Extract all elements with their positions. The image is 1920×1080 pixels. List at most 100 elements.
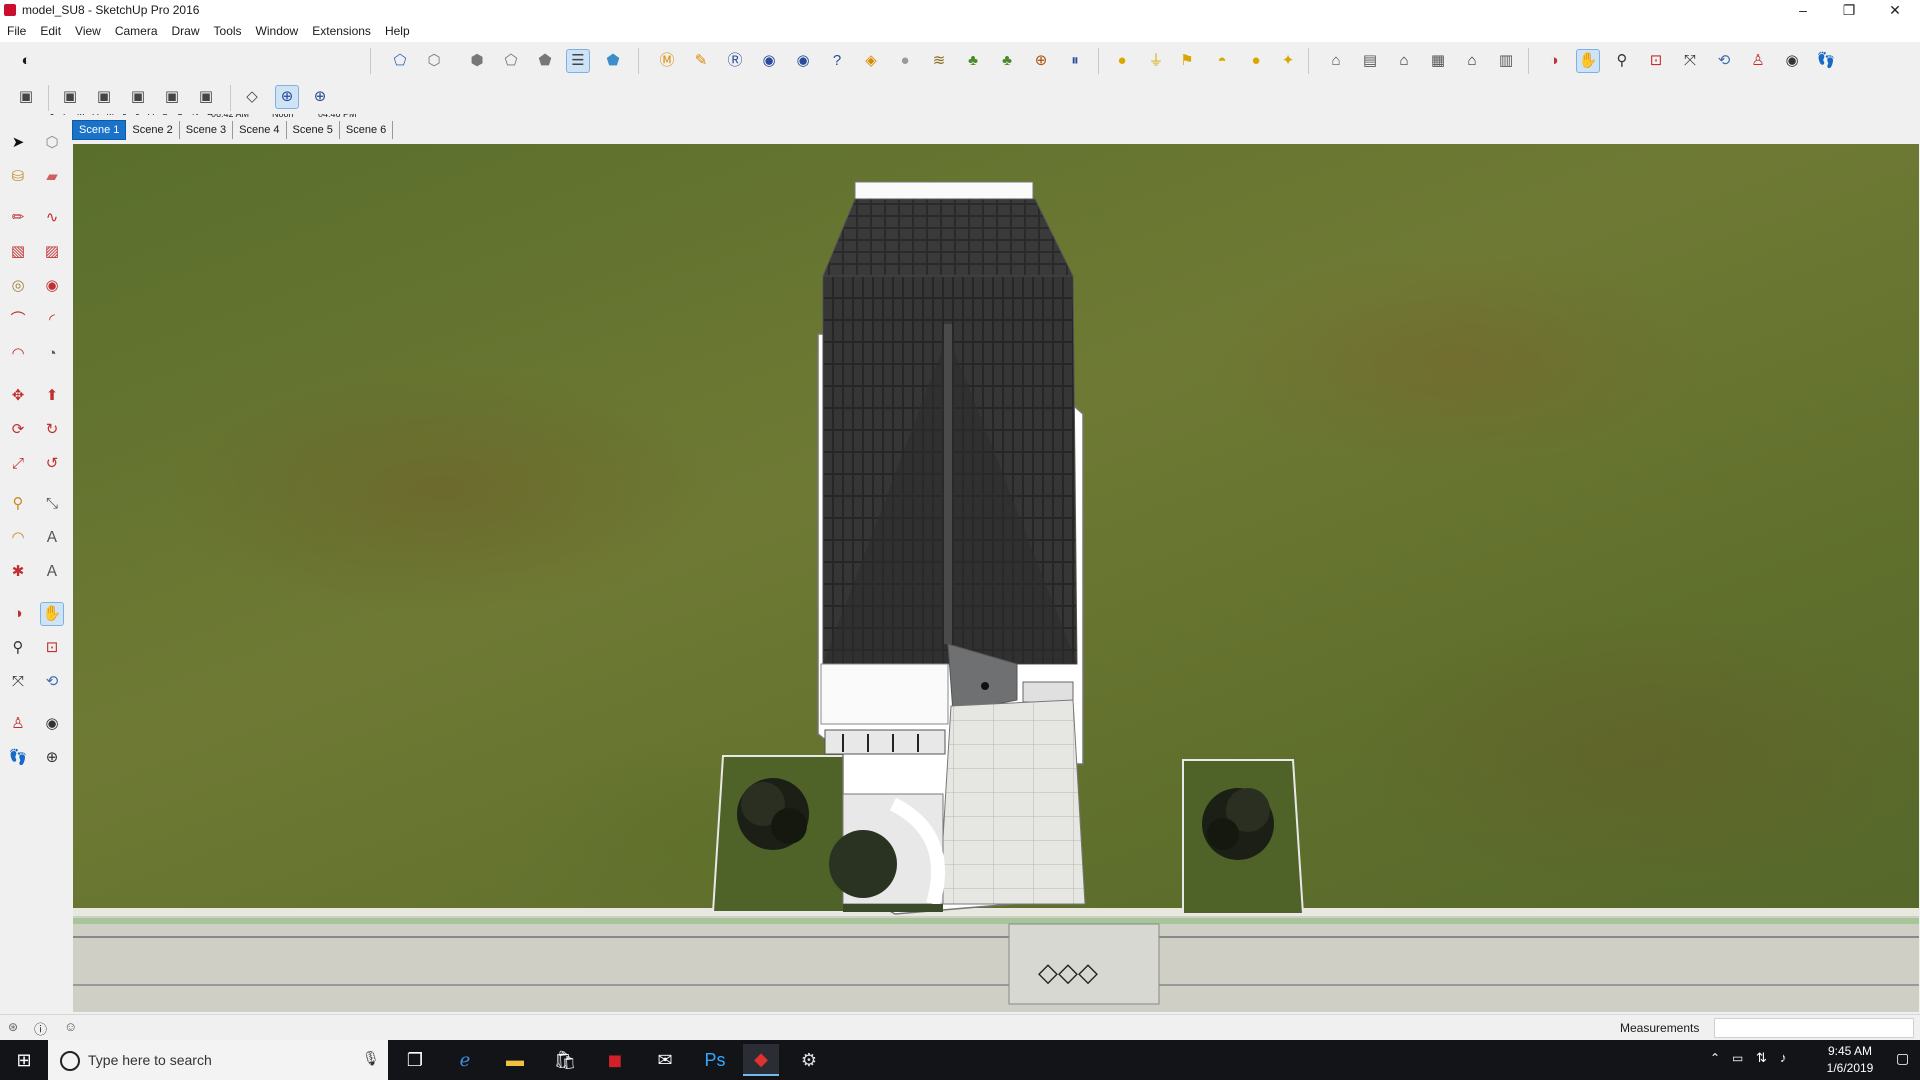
- tab-scene-2[interactable]: Scene 2: [126, 121, 180, 139]
- 3d-text-icon[interactable]: Ａ: [40, 560, 64, 584]
- protractor-icon[interactable]: ◠: [6, 526, 30, 550]
- proxy-import-icon[interactable]: ♣: [995, 49, 1019, 73]
- tab-scene-4[interactable]: Scene 4: [233, 121, 287, 139]
- xray-style-icon[interactable]: ⬠: [388, 49, 412, 73]
- eraser-icon[interactable]: ▰: [40, 165, 64, 189]
- 2-point-arc-icon[interactable]: ◜: [40, 308, 64, 332]
- make-component-icon[interactable]: ⬡: [40, 131, 64, 155]
- previous-tool-icon[interactable]: ⟲: [40, 670, 64, 694]
- display-section-planes-icon[interactable]: ⊕: [275, 85, 299, 109]
- shaded-textures-style-icon[interactable]: ☰: [566, 49, 590, 73]
- mesh-light-icon[interactable]: ●: [1244, 49, 1268, 73]
- tab-scene-1[interactable]: Scene 1: [72, 120, 127, 140]
- left-view-icon[interactable]: ▥: [1494, 49, 1518, 73]
- 3-point-arc-icon[interactable]: ◠: [6, 342, 30, 366]
- battery-icon[interactable]: ▭: [1732, 1051, 1743, 1065]
- pause-render-icon[interactable]: ⏸: [1063, 49, 1087, 73]
- menu-edit[interactable]: Edit: [33, 22, 68, 42]
- rotated-rectangle-icon[interactable]: ▨: [40, 240, 64, 264]
- volume-icon[interactable]: ♪: [1780, 1050, 1787, 1065]
- menu-view[interactable]: View: [68, 22, 108, 42]
- frame-buffer-icon[interactable]: ◈: [859, 49, 883, 73]
- scale-icon[interactable]: ⤢: [6, 452, 30, 476]
- dome-light-icon[interactable]: ◓: [1210, 49, 1234, 73]
- pie-icon[interactable]: ◔: [40, 342, 64, 366]
- spot-light-icon[interactable]: ⏚: [1144, 49, 1168, 73]
- clock-date[interactable]: 1/6/2019: [1812, 1061, 1888, 1075]
- microphone-icon[interactable]: 🎙: [362, 1050, 380, 1067]
- shadows-toggle-icon[interactable]: ◐: [14, 49, 38, 73]
- right-view-icon[interactable]: ▦: [1426, 49, 1450, 73]
- batch-render-icon[interactable]: ◉: [791, 49, 815, 73]
- menu-help[interactable]: Help: [378, 22, 417, 42]
- file-explorer-icon[interactable]: ▬: [497, 1044, 533, 1076]
- taskbar-search[interactable]: Type here to search 🎙: [48, 1040, 388, 1080]
- store-icon[interactable]: 🛍: [547, 1044, 583, 1076]
- settings-app-icon[interactable]: ⚙: [791, 1044, 827, 1076]
- rectangle-icon[interactable]: ▧: [6, 240, 30, 264]
- restore-button[interactable]: ❐: [1826, 0, 1872, 22]
- menu-tools[interactable]: Tools: [207, 22, 249, 42]
- zoom-icon[interactable]: ⚲: [1610, 49, 1634, 73]
- freehand-icon[interactable]: ∿: [40, 206, 64, 230]
- zoom-extents-tool-icon[interactable]: ⤧: [6, 670, 30, 694]
- edge-browser-icon[interactable]: ℯ: [447, 1044, 483, 1076]
- position-camera-tool-icon[interactable]: ♙: [6, 712, 30, 736]
- move-icon[interactable]: ✥: [6, 384, 30, 408]
- infinite-plane-icon[interactable]: ⊕: [1029, 49, 1053, 73]
- model-viewport[interactable]: ◇◇◇: [73, 144, 1919, 1012]
- clock-time[interactable]: 9:45 AM: [1812, 1044, 1888, 1058]
- network-icon[interactable]: ⇅: [1756, 1050, 1767, 1066]
- light-gen-icon[interactable]: ✦: [1276, 49, 1300, 73]
- iso-view-icon[interactable]: ⌂: [1324, 49, 1348, 73]
- previous-view-icon[interactable]: ⟲: [1712, 49, 1736, 73]
- notifications-icon[interactable]: ▢: [1896, 1050, 1909, 1067]
- dimension-icon[interactable]: ⤡: [40, 492, 64, 516]
- tab-scene-6[interactable]: Scene 6: [340, 121, 394, 139]
- mail-icon[interactable]: ✉: [647, 1044, 683, 1076]
- ies-light-icon[interactable]: ⚑: [1175, 49, 1199, 73]
- walk-tool-icon[interactable]: 👣: [6, 746, 30, 770]
- monochrome-style-icon[interactable]: ⬟: [601, 49, 625, 73]
- menu-window[interactable]: Window: [249, 22, 306, 42]
- render-interactive-icon[interactable]: ◉: [757, 49, 781, 73]
- start-button[interactable]: ⊞: [0, 1040, 48, 1080]
- circle-icon[interactable]: ◎: [6, 274, 30, 298]
- render-material-icon[interactable]: Ⓜ: [655, 49, 679, 73]
- minimize-button[interactable]: –: [1780, 0, 1826, 22]
- help-render-icon[interactable]: ?: [825, 49, 849, 73]
- plane-light-icon[interactable]: ≋: [927, 49, 951, 73]
- omni-light-icon[interactable]: ●: [1110, 49, 1134, 73]
- layer-1-icon[interactable]: ▣: [58, 85, 82, 109]
- user-icon[interactable]: ☺: [64, 1019, 77, 1034]
- render-edit-icon[interactable]: ✎: [689, 49, 713, 73]
- menu-file[interactable]: File: [0, 22, 33, 42]
- acrobat-icon[interactable]: ◼: [597, 1044, 633, 1076]
- axes-icon[interactable]: ✱: [6, 560, 30, 584]
- sketchup-taskbar-icon[interactable]: ◆: [743, 1044, 779, 1076]
- select-icon[interactable]: ➤: [6, 131, 30, 155]
- rotate-icon[interactable]: ⟳: [6, 418, 30, 442]
- position-camera-icon[interactable]: ♙: [1746, 49, 1770, 73]
- front-view-icon[interactable]: ⌂: [1392, 49, 1416, 73]
- pan-tool-icon[interactable]: ✋: [40, 602, 64, 626]
- menu-draw[interactable]: Draw: [165, 22, 207, 42]
- menu-camera[interactable]: Camera: [108, 22, 165, 42]
- text-icon[interactable]: Ａ: [40, 526, 64, 550]
- layer-2-icon[interactable]: ▣: [92, 85, 116, 109]
- polygon-icon[interactable]: ◉: [40, 274, 64, 298]
- display-section-cuts-icon[interactable]: ⊕: [308, 85, 332, 109]
- zoom-tool-icon[interactable]: ⚲: [6, 636, 30, 660]
- line-icon[interactable]: ✏: [6, 206, 30, 230]
- menu-extensions[interactable]: Extensions: [305, 22, 378, 42]
- components-icon[interactable]: ▣: [14, 85, 38, 109]
- arc-icon[interactable]: ⌒: [6, 308, 30, 332]
- push-pull-icon[interactable]: ⬆: [40, 384, 64, 408]
- layer-5-icon[interactable]: ▣: [194, 85, 218, 109]
- geo-location-icon[interactable]: ⊛: [8, 1020, 18, 1034]
- back-edges-style-icon[interactable]: ⬡: [422, 49, 446, 73]
- top-view-icon[interactable]: ▤: [1358, 49, 1382, 73]
- orbit-tool-icon[interactable]: ◑: [6, 602, 30, 626]
- layer-3-icon[interactable]: ▣: [126, 85, 150, 109]
- render-icon[interactable]: Ⓡ: [723, 49, 747, 73]
